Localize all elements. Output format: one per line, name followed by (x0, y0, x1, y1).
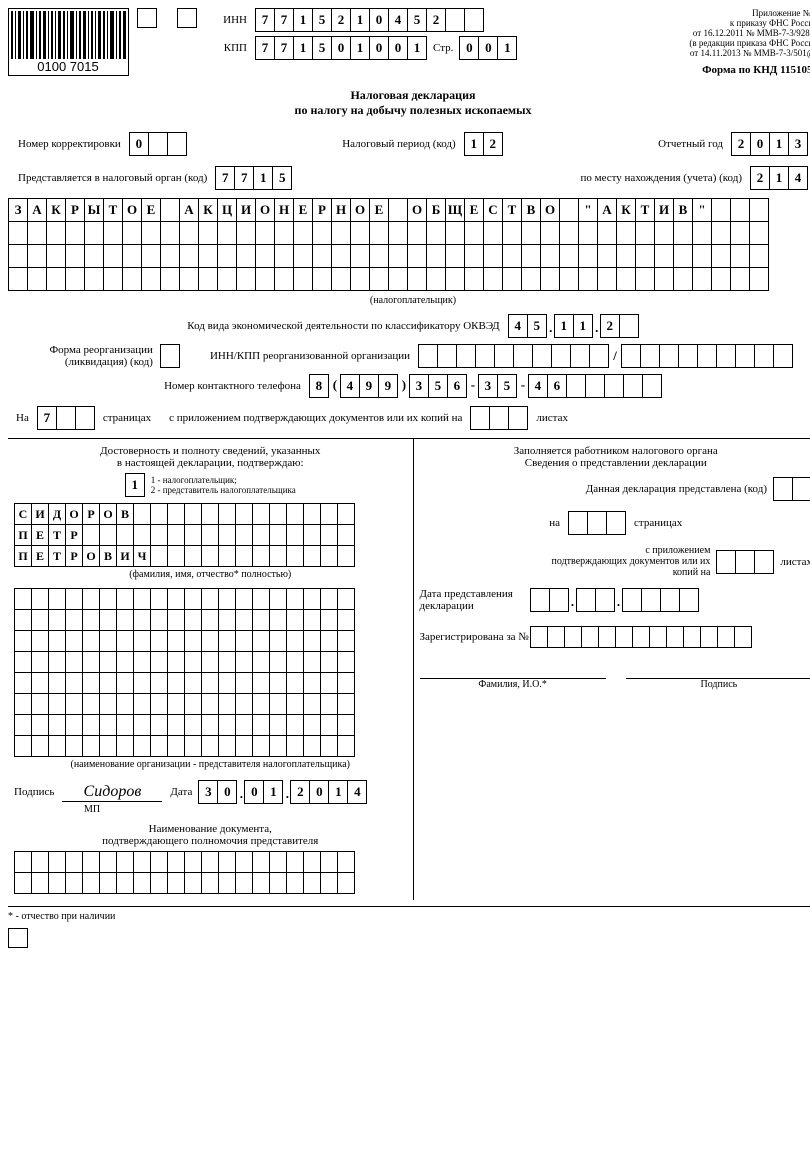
checkbox-bottom[interactable] (8, 928, 28, 948)
opt1-label: 1 - налогоплательщик; (151, 475, 296, 485)
svg-text:0100 7015: 0100 7015 (37, 59, 98, 73)
checkbox-1[interactable] (137, 8, 157, 28)
inn-label: ИНН (217, 14, 247, 26)
right-date-field[interactable]: .. (530, 588, 699, 612)
right-fio-label: Фамилия, И.О.* (420, 679, 606, 690)
taxpayer-label: (налогоплательщик) (8, 295, 810, 306)
location-label: по месту нахождения (учета) (код) (581, 172, 743, 184)
year-label: Отчетный год (658, 138, 723, 150)
correction-field[interactable]: 0 (129, 132, 187, 156)
confirm-text-1: Достоверность и полноту сведений, указан… (14, 445, 407, 457)
appendix-info: Приложение № 1 к приказу ФНС России от 1… (689, 8, 810, 76)
right-reg-label: Зарегистрирована за № (420, 631, 530, 643)
pages-label: страницах (103, 412, 151, 424)
confirm-text-2: в настоящей декларации, подтверждаю: (14, 457, 407, 469)
reorg-inn-field[interactable] (418, 344, 609, 368)
inn-field[interactable]: 7715210452 (255, 8, 484, 32)
reorg-kpp-field[interactable] (621, 344, 793, 368)
kpp-label: КПП (217, 42, 247, 54)
correction-label: Номер корректировки (18, 138, 121, 150)
right-att2: подтверждающих документов или их (552, 556, 711, 567)
doc-name-2: подтверждающего полномочия представителя (14, 835, 407, 847)
year-field[interactable]: 2013 (731, 132, 808, 156)
rep-org-grid[interactable] (14, 588, 407, 757)
reorg-label: Форма реорганизации (ликвидация) (код) (33, 344, 153, 368)
barcode-icon: 0100 7015 (8, 8, 129, 76)
doc-grid[interactable] (14, 851, 407, 873)
kpp-field[interactable]: 771501001 (255, 36, 427, 60)
org-name-grid[interactable]: ЗАКРЫТОЕАКЦИОНЕРНОЕОБЩЕСТВО"АКТИВ" (8, 198, 810, 291)
footnote: * - отчество при наличии (8, 911, 115, 922)
sign-date-field[interactable]: 30.01.2014 (198, 780, 367, 804)
right-sign-label: Подпись (626, 679, 810, 690)
right-date-label: Дата представления декларации (420, 588, 530, 612)
okved-field[interactable]: 45.11.2 (508, 314, 639, 338)
signer-type-field[interactable]: 1 (125, 473, 145, 497)
right-h2: Сведения о представлении декларации (420, 457, 810, 469)
okved-label: Код вида экономической деятельности по к… (187, 320, 499, 332)
date-label: Дата (170, 786, 192, 798)
reorg-field[interactable] (160, 344, 180, 368)
phone-field[interactable]: 8(499)356-35-46 (309, 374, 662, 398)
location-field[interactable]: 214 (750, 166, 808, 190)
doc-name-1: Наименование документа, (14, 823, 407, 835)
right-code-label: Данная декларация представлена (код) (586, 483, 767, 495)
checkbox-2[interactable] (177, 8, 197, 28)
stamp-label: МП (84, 804, 407, 815)
org-rep-hint: (наименование организации - представител… (14, 759, 407, 770)
reorg-inn-label: ИНН/КПП реорганизованной организации (210, 350, 410, 362)
right-code-field[interactable] (773, 477, 810, 501)
signature-value: Сидоров (84, 783, 142, 800)
right-reg-field[interactable] (530, 626, 752, 648)
right-sheets-field[interactable] (716, 550, 774, 574)
right-pages-label: страницах (634, 517, 682, 529)
right-h1: Заполняется работником налогового органа (420, 445, 810, 457)
page-field: 001 (459, 36, 517, 60)
attach-label: с приложением подтверждающих документов … (169, 412, 462, 424)
lastname-field[interactable]: СИДОРОВ (14, 503, 407, 525)
period-field[interactable]: 12 (464, 132, 503, 156)
right-att1: с приложением (552, 545, 711, 556)
middlename-field[interactable]: ПЕТРОВИЧ (14, 545, 407, 567)
sign-label: Подпись (14, 786, 54, 798)
pages-field[interactable]: 7 (37, 406, 95, 430)
right-sheets-label: листах (780, 556, 810, 568)
fio-hint: (фамилия, имя, отчество* полностью) (14, 569, 407, 580)
firstname-field[interactable]: ПЕТР (14, 524, 407, 546)
form-title: Налоговая декларация (8, 88, 810, 103)
sheets-label: листах (536, 412, 568, 424)
tax-org-label: Представляется в налоговый орган (код) (18, 172, 207, 184)
page-label: Стр. (433, 42, 453, 54)
right-pages-field[interactable] (568, 511, 626, 535)
right-on: на (549, 517, 560, 529)
sheets-field[interactable] (470, 406, 528, 430)
tax-org-field[interactable]: 7715 (215, 166, 292, 190)
form-subtitle: по налогу на добычу полезных ископаемых (8, 103, 810, 118)
phone-label: Номер контактного телефона (164, 380, 301, 392)
opt2-label: 2 - представитель налогоплательщика (151, 485, 296, 495)
period-label: Налоговый период (код) (342, 138, 455, 150)
right-att3: копий на (552, 567, 711, 578)
on-label: На (16, 412, 29, 424)
